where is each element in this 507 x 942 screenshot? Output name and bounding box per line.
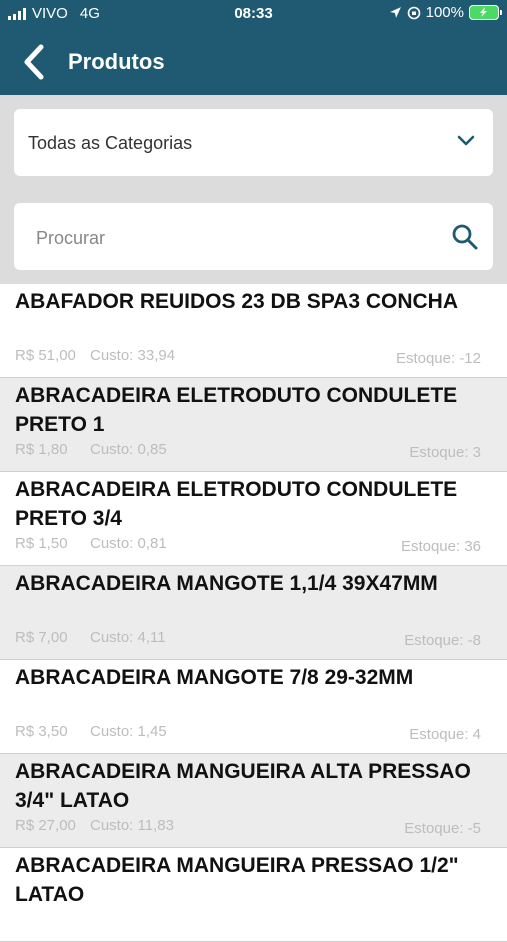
back-button[interactable] xyxy=(14,40,54,84)
search-box xyxy=(14,203,493,270)
orientation-lock-icon xyxy=(407,6,420,19)
product-cost: Custo: 0,85 xyxy=(90,441,167,458)
status-right: 100% xyxy=(389,4,502,21)
product-name: ABAFADOR REUIDOS 23 DB SPA3 CONCHA xyxy=(15,290,458,313)
navbar: Produtos xyxy=(0,28,507,95)
category-select[interactable]: Todas as Categorias xyxy=(14,109,493,176)
battery-icon xyxy=(469,5,502,20)
product-cost: Custo: 4,11 xyxy=(90,629,166,646)
product-cost: Custo: 0,81 xyxy=(90,535,167,552)
product-row[interactable]: ABAFADOR REUIDOS 23 DB SPA3 CONCHA R$ 51… xyxy=(0,284,507,378)
category-select-value: Todas as Categorias xyxy=(28,133,193,153)
chevron-left-icon xyxy=(24,44,44,80)
product-cost: Custo: 1,45 xyxy=(90,723,167,740)
product-row[interactable]: ABRACADEIRA MANGOTE 1,1/4 39X47MM R$ 7,0… xyxy=(0,566,507,660)
status-bar: VIVO 4G 08:33 100% xyxy=(0,0,507,28)
product-row[interactable]: ABRACADEIRA ELETRODUTO CONDULETE PRETO 1… xyxy=(0,378,507,472)
product-name: ABRACADEIRA MANGOTE 1,1/4 39X47MM xyxy=(15,572,438,595)
product-stock: Estoque: 3 xyxy=(409,444,481,461)
product-stock: Estoque: 4 xyxy=(409,726,481,743)
product-name: ABRACADEIRA MANGOTE 7/8 29-32MM xyxy=(15,666,414,689)
product-list: ABAFADOR REUIDOS 23 DB SPA3 CONCHA R$ 51… xyxy=(0,284,507,942)
product-price: R$ 27,00 xyxy=(15,817,76,834)
app-header: VIVO 4G 08:33 100% Produtos xyxy=(0,0,507,95)
page-title: Produtos xyxy=(68,49,165,74)
product-stock: Estoque: 36 xyxy=(400,538,481,555)
product-cost: Custo: 33,94 xyxy=(90,347,176,364)
location-icon xyxy=(389,7,401,18)
product-price: R$ 3,50 xyxy=(15,723,68,740)
battery-percent: 100% xyxy=(425,4,464,21)
product-name: ABRACADEIRA MANGUEIRA PRESSAO 1/2" LATAO xyxy=(15,854,459,906)
product-row[interactable]: ABRACADEIRA MANGOTE 7/8 29-32MM R$ 3,50 … xyxy=(0,660,507,754)
product-price: R$ 1,80 xyxy=(15,441,68,458)
product-stock: Estoque: -8 xyxy=(404,632,481,649)
product-name: ABRACADEIRA ELETRODUTO CONDULETE PRETO 3… xyxy=(15,478,458,530)
product-price: R$ 7,00 xyxy=(15,629,68,646)
search-icon[interactable] xyxy=(451,223,479,251)
product-stock: Estoque: -5 xyxy=(404,820,481,837)
product-row[interactable]: ABRACADEIRA ELETRODUTO CONDULETE PRETO 3… xyxy=(0,472,507,566)
search-input[interactable] xyxy=(34,221,438,255)
chevron-down-icon xyxy=(457,135,475,146)
product-row[interactable]: ABRACADEIRA MANGUEIRA ALTA PRESSAO 3/4" … xyxy=(0,754,507,848)
product-cost: Custo: 11,83 xyxy=(90,817,174,834)
product-price: R$ 51,00 xyxy=(15,347,76,364)
product-stock: Estoque: -12 xyxy=(395,350,481,367)
product-name: ABRACADEIRA MANGUEIRA ALTA PRESSAO 3/4" … xyxy=(15,760,471,812)
product-row[interactable]: ABRACADEIRA MANGUEIRA PRESSAO 1/2" LATAO xyxy=(0,848,507,942)
product-price: R$ 1,50 xyxy=(15,535,68,552)
product-name: ABRACADEIRA ELETRODUTO CONDULETE PRETO 1 xyxy=(15,384,458,436)
